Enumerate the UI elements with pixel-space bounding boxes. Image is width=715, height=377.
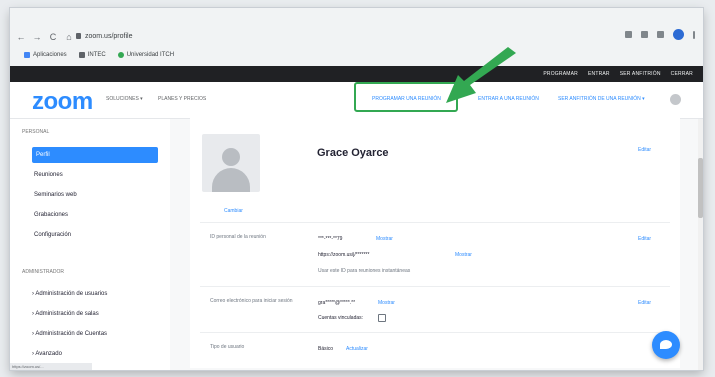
profile-avatar-icon[interactable] bbox=[673, 29, 684, 40]
sidebar-section-admin: ADMINISTRADOR bbox=[22, 269, 64, 275]
url-text: zoom.us/profile bbox=[85, 32, 133, 40]
upgrade-link[interactable]: Actualizar bbox=[346, 346, 368, 352]
user-type-value: Básico bbox=[318, 346, 334, 352]
star-icon[interactable] bbox=[641, 31, 648, 38]
avatar-head-icon bbox=[222, 148, 240, 166]
divider bbox=[200, 332, 670, 333]
divider bbox=[200, 222, 670, 223]
edit-meeting-id-link[interactable]: Editar bbox=[638, 236, 651, 242]
edit-email-link[interactable]: Editar bbox=[638, 300, 651, 306]
user-type-label: Tipo de usuario bbox=[210, 344, 245, 350]
use-pmi-note: Usar este ID para reuniones instantáneas bbox=[318, 268, 411, 274]
topbar-link-join[interactable]: ENTRAR bbox=[588, 71, 610, 77]
sidebar-item-account-admin[interactable]: › Administración de Cuentas bbox=[32, 331, 107, 337]
sidebar-item-perfil[interactable]: Perfil bbox=[32, 147, 158, 163]
forward-button[interactable]: → bbox=[32, 32, 42, 42]
apps-icon bbox=[24, 52, 30, 58]
show-meeting-id-link[interactable]: Mostrar bbox=[376, 236, 393, 242]
chat-bubble-icon bbox=[660, 340, 672, 349]
reload-button[interactable]: C bbox=[48, 32, 58, 42]
sidebar-item-label: Avanzado bbox=[35, 351, 62, 357]
sidebar-item-grabaciones[interactable]: Grabaciones bbox=[32, 207, 158, 223]
bookmark-icon bbox=[78, 52, 85, 58]
plans-link[interactable]: PLANES Y PRECIOS bbox=[158, 96, 206, 102]
bookmark-label: Universidad ITCH bbox=[126, 52, 175, 58]
bookmark-icon bbox=[117, 52, 124, 58]
host-meeting-menu[interactable]: SER ANFITRIÓN DE UNA REUNIÓN ▾ bbox=[558, 96, 645, 102]
sidebar-item-label: Administración de Cuentas bbox=[35, 331, 108, 337]
scrollbar-thumb[interactable] bbox=[698, 158, 703, 218]
avatar-body-icon bbox=[212, 168, 250, 192]
sidebar-item-label: Administración de usuarios bbox=[35, 291, 108, 297]
lock-icon bbox=[76, 33, 81, 39]
sidebar-item-reuniones[interactable]: Reuniones bbox=[32, 167, 158, 183]
show-personal-link[interactable]: Mostrar bbox=[455, 252, 472, 258]
menu-icon[interactable] bbox=[693, 30, 695, 39]
green-arrow-icon bbox=[446, 47, 516, 103]
topbar-link-schedule[interactable]: PROGRAMAR bbox=[543, 71, 578, 77]
zoom-logo[interactable]: zoom bbox=[32, 88, 93, 116]
sidebar-item-label: Administración de salas bbox=[35, 311, 99, 317]
meeting-id-label: ID personal de la reunión bbox=[210, 234, 266, 240]
bookmark-label: Aplicaciones bbox=[33, 52, 67, 58]
key-icon[interactable] bbox=[625, 31, 632, 38]
meeting-id-value: ***-***-**79 bbox=[318, 236, 343, 242]
sidebar-item-user-admin[interactable]: › Administración de usuarios bbox=[32, 291, 107, 297]
sidebar-item-advanced[interactable]: › Avanzado bbox=[32, 351, 62, 357]
extension-icon[interactable] bbox=[657, 31, 664, 38]
bookmark-aplicaciones[interactable]: Aplicaciones bbox=[24, 52, 67, 58]
profile-photo[interactable] bbox=[202, 134, 260, 192]
zoom-top-bar: PROGRAMAR ENTRAR SER ANFITRIÓN CERRAR bbox=[10, 66, 703, 82]
address-bar[interactable]: zoom.us/profile bbox=[76, 28, 596, 44]
status-bar-url: https://zoom.us/... bbox=[10, 363, 92, 370]
bookmark-intec[interactable]: INTEC bbox=[78, 52, 106, 58]
divider bbox=[200, 286, 670, 287]
navigation-row: ← → C ⌂ zoom.us/profile bbox=[10, 28, 703, 46]
bookmarks-bar: Aplicaciones INTEC Universidad ITCH bbox=[24, 49, 174, 61]
sidebar-item-configuracion[interactable]: Configuración bbox=[32, 227, 158, 243]
topbar-link-signout[interactable]: CERRAR bbox=[671, 71, 693, 77]
home-button[interactable]: ⌂ bbox=[64, 32, 74, 42]
profile-card bbox=[190, 118, 680, 368]
browser-toolbar bbox=[625, 29, 695, 40]
sidebar-item-room-admin[interactable]: › Administración de salas bbox=[32, 311, 99, 317]
linked-accounts-label: Cuentas vinculadas: bbox=[318, 315, 364, 321]
signin-email-label: Correo electrónico para iniciar sesión bbox=[210, 298, 293, 304]
bookmark-label: INTEC bbox=[87, 52, 106, 58]
change-photo-link[interactable]: Cambiar bbox=[224, 208, 243, 214]
user-avatar-icon[interactable] bbox=[670, 94, 681, 105]
linked-account-checkbox[interactable] bbox=[378, 314, 386, 322]
signin-email-value: gra*****@*****.** bbox=[318, 300, 356, 306]
solutions-menu[interactable]: SOLUCIONES ▾ bbox=[106, 96, 143, 102]
show-email-link[interactable]: Mostrar bbox=[378, 300, 395, 306]
sidebar: PERSONAL Perfil Reuniones Seminarios web… bbox=[10, 119, 171, 370]
edit-name-link[interactable]: Editar bbox=[638, 147, 651, 153]
personal-link-value: https://zoom.us/j/******* bbox=[318, 252, 370, 258]
sidebar-item-seminarios[interactable]: Seminarios web bbox=[32, 187, 158, 203]
topbar-link-host[interactable]: SER ANFITRIÓN bbox=[620, 71, 661, 77]
scrollbar-track[interactable] bbox=[698, 119, 703, 370]
sidebar-section-personal: PERSONAL bbox=[22, 129, 50, 135]
bookmark-universidad[interactable]: Universidad ITCH bbox=[117, 52, 175, 58]
back-button[interactable]: ← bbox=[16, 32, 26, 42]
chat-button[interactable] bbox=[652, 331, 680, 359]
profile-name: Grace Oyarce bbox=[317, 147, 389, 159]
browser-chrome: ← → C ⌂ zoom.us/profile Aplicaciones INT… bbox=[10, 8, 703, 66]
